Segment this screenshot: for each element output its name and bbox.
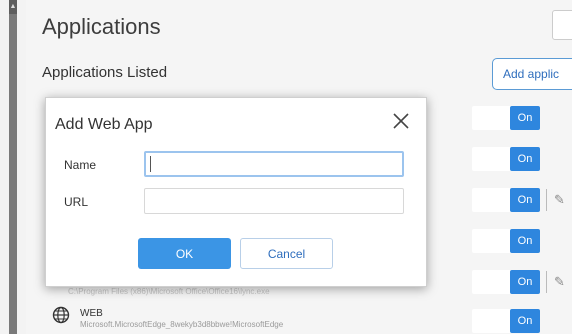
ok-button[interactable]: OK (138, 238, 231, 269)
app-toggle-1[interactable]: On (472, 106, 540, 130)
name-input[interactable] (144, 151, 404, 177)
globe-icon (52, 306, 70, 324)
toggle-on-label: On (510, 188, 540, 212)
close-icon[interactable] (389, 109, 413, 133)
vertical-scrollbar[interactable] (9, 0, 17, 334)
text-caret (150, 156, 151, 172)
list-item-type-label: WEB (80, 308, 103, 319)
add-web-app-dialog: Add Web App Name URL OK Cancel (45, 97, 427, 287)
section-title: Applications Listed (42, 64, 168, 81)
edit-pencil-icon[interactable]: ✎ (554, 275, 568, 289)
name-field-label: Name (64, 158, 97, 172)
toggle-on-label: On (510, 270, 540, 294)
top-right-control[interactable] (552, 10, 572, 40)
dialog-title: Add Web App (55, 116, 153, 133)
row-divider (546, 189, 547, 211)
toggle-on-label: On (510, 229, 540, 253)
toggle-on-label: On (510, 106, 540, 130)
url-input[interactable] (144, 188, 404, 214)
url-field-label: URL (64, 195, 89, 209)
app-toggle-5[interactable]: On (472, 270, 540, 294)
add-application-button[interactable]: Add applic (492, 58, 572, 90)
scroll-up-arrow-icon[interactable]: ▲ (9, 0, 17, 14)
row-divider (546, 271, 547, 293)
app-toggle-4[interactable]: On (472, 229, 540, 253)
toggle-on-label: On (510, 147, 540, 171)
list-item-path: Microsoft.MicrosoftEdge_8wekyb3d8bbwe!Mi… (80, 320, 284, 329)
toggle-on-label: On (510, 309, 540, 333)
list-item-path: C:\Program Files (x86)\Microsoft Office\… (68, 287, 270, 296)
app-toggle-3[interactable]: On (472, 188, 540, 212)
page-title: Applications (42, 14, 161, 39)
app-toggle-6[interactable]: On (472, 309, 540, 333)
edit-pencil-icon[interactable]: ✎ (554, 193, 568, 207)
cancel-button[interactable]: Cancel (240, 238, 333, 269)
app-toggle-2[interactable]: On (472, 147, 540, 171)
